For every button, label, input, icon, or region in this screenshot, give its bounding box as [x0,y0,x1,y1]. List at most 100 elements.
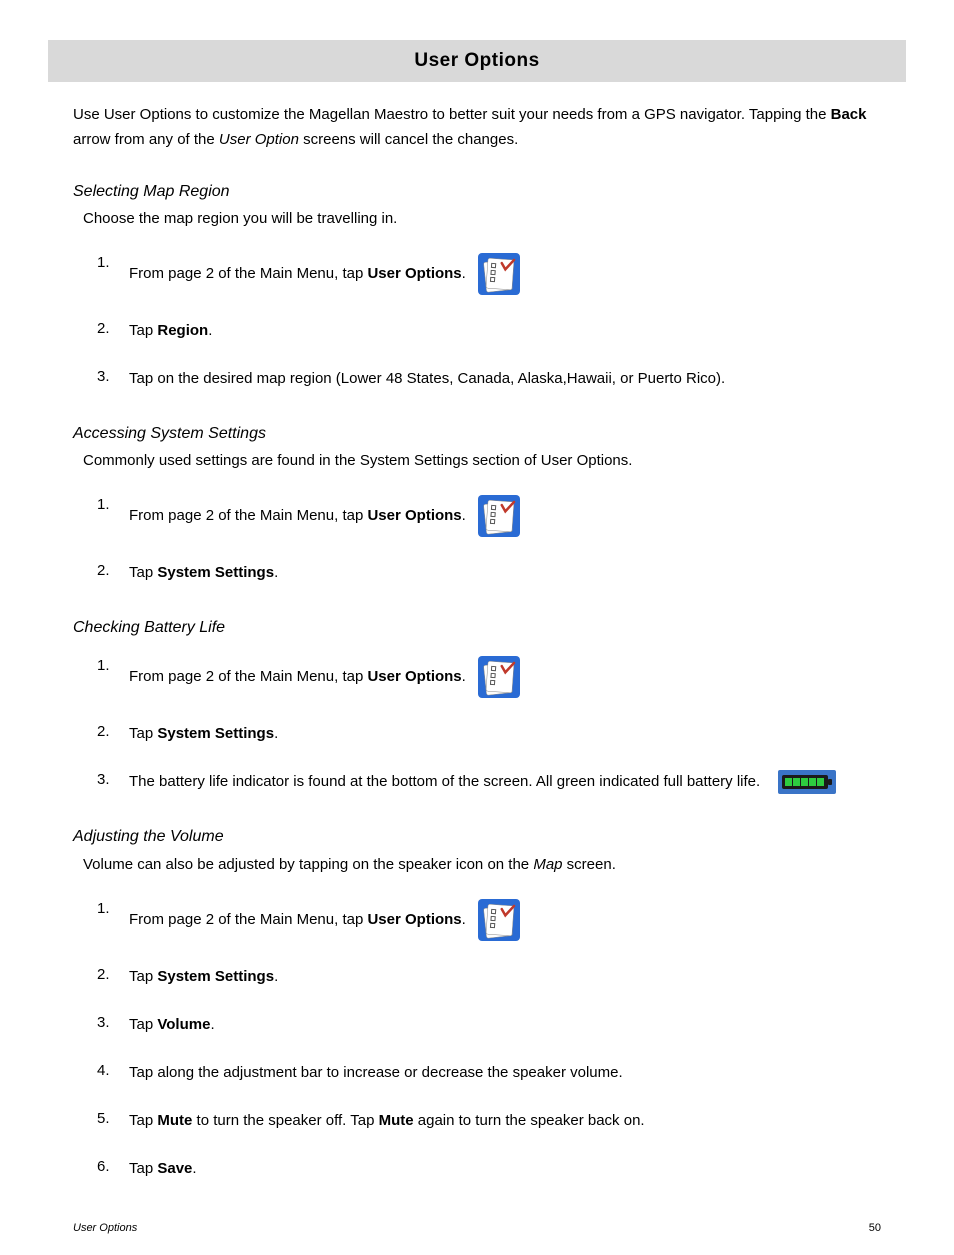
step-text: Tap System Settings. [129,561,881,585]
step-number: 1. [91,495,129,515]
step-text: Tap System Settings. [129,722,881,746]
step-bold: User Options [367,668,461,685]
step-text-part: From page 2 of the Main Menu, tap [129,668,367,685]
step-item: 1. From page 2 of the Main Menu, tap Use… [91,899,881,941]
intro-italic-useroption: User Option [219,131,299,148]
step-item: 2. Tap System Settings. [91,722,881,746]
footer-section-name: User Options [73,1221,137,1236]
step-text: Tap Region. [129,319,881,343]
step-text-part: to turn the speaker off. Tap [192,1112,378,1129]
section-heading: Checking Battery Life [73,617,881,639]
user-options-icon [478,495,520,537]
step-item: 3. The battery life indicator is found a… [91,770,881,794]
step-text-part: . [462,507,466,524]
step-number: 2. [91,319,129,339]
step-bold: Volume [157,1016,210,1033]
section-description: Volume can also be adjusted by tapping o… [83,854,881,877]
step-text: Tap Save. [129,1157,881,1181]
step-number: 3. [91,770,129,790]
step-item: 2. Tap System Settings. [91,965,881,989]
step-bold: System Settings [157,968,274,985]
step-text: From page 2 of the Main Menu, tap User O… [129,656,881,698]
user-options-icon [478,656,520,698]
step-number: 6. [91,1157,129,1177]
step-bold: User Options [367,265,461,282]
step-number: 3. [91,1013,129,1033]
user-options-icon [478,253,520,295]
step-item: 3. Tap Volume. [91,1013,881,1037]
step-number: 1. [91,253,129,273]
step-number: 2. [91,561,129,581]
step-text: From page 2 of the Main Menu, tap User O… [129,253,881,295]
step-bold: User Options [367,507,461,524]
step-item: 5. Tap Mute to turn the speaker off. Tap… [91,1109,881,1133]
step-number: 2. [91,722,129,742]
step-number: 5. [91,1109,129,1129]
intro-bold-back: Back [831,106,867,123]
step-text-part: . [274,564,278,581]
desc-italic: Map [533,856,562,873]
section-map-region: Selecting Map Region Choose the map regi… [73,181,881,391]
step-bold: User Options [367,911,461,928]
step-item: 4. Tap along the adjustment bar to incre… [91,1061,881,1085]
step-text-part: Tap [129,564,157,581]
section-volume: Adjusting the Volume Volume can also be … [73,826,881,1180]
step-bold: Mute [157,1112,192,1129]
page-footer: User Options 50 [73,1221,881,1236]
step-bold: Region [157,322,208,339]
user-options-icon [478,899,520,941]
step-bold: System Settings [157,725,274,742]
step-text: Tap along the adjustment bar to increase… [129,1061,881,1085]
step-text-part: . [462,668,466,685]
intro-paragraph: Use User Options to customize the Magell… [73,102,881,153]
step-number: 4. [91,1061,129,1081]
step-text-part: . [274,968,278,985]
step-text: From page 2 of the Main Menu, tap User O… [129,899,881,941]
step-text: Tap on the desired map region (Lower 48 … [129,367,881,391]
desc-text: screen. [563,856,616,873]
step-number: 3. [91,367,129,387]
step-text-part: The battery life indicator is found at t… [129,773,760,790]
step-text-part: Tap [129,725,157,742]
step-text: The battery life indicator is found at t… [129,770,881,794]
step-number: 1. [91,656,129,676]
battery-icon [772,770,836,794]
step-item: 2. Tap System Settings. [91,561,881,585]
step-text-part: Tap [129,1160,157,1177]
intro-text: arrow from any of the [73,131,219,148]
step-text-part: . [462,911,466,928]
step-text-part: From page 2 of the Main Menu, tap [129,265,367,282]
step-text-part: Tap [129,968,157,985]
step-text: From page 2 of the Main Menu, tap User O… [129,495,881,537]
section-heading: Accessing System Settings [73,423,881,445]
section-battery: Checking Battery Life 1. From page 2 of … [73,617,881,795]
step-text-part: From page 2 of the Main Menu, tap [129,911,367,928]
step-number: 2. [91,965,129,985]
step-text-part: . [274,725,278,742]
desc-text: Volume can also be adjusted by tapping o… [83,856,533,873]
intro-text: screens will cancel the changes. [299,131,518,148]
step-text: Tap System Settings. [129,965,881,989]
step-item: 1. From page 2 of the Main Menu, tap Use… [91,253,881,295]
step-item: 2. Tap Region. [91,319,881,343]
section-system-settings: Accessing System Settings Commonly used … [73,423,881,585]
step-text-part: . [192,1160,196,1177]
page-title: User Options [48,40,906,82]
step-item: 1. From page 2 of the Main Menu, tap Use… [91,495,881,537]
step-text-part: . [208,322,212,339]
step-text: Tap Volume. [129,1013,881,1037]
step-text-part: . [462,265,466,282]
step-item: 3. Tap on the desired map region (Lower … [91,367,881,391]
step-bold: System Settings [157,564,274,581]
step-number: 1. [91,899,129,919]
section-description: Commonly used settings are found in the … [83,450,881,473]
step-text-part: From page 2 of the Main Menu, tap [129,507,367,524]
step-text-part: . [210,1016,214,1033]
step-text-part: Tap [129,1016,157,1033]
step-item: 6. Tap Save. [91,1157,881,1181]
step-text-part: Tap [129,1112,157,1129]
step-bold: Mute [379,1112,414,1129]
section-heading: Selecting Map Region [73,181,881,203]
step-text-part: Tap [129,322,157,339]
step-item: 1. From page 2 of the Main Menu, tap Use… [91,656,881,698]
